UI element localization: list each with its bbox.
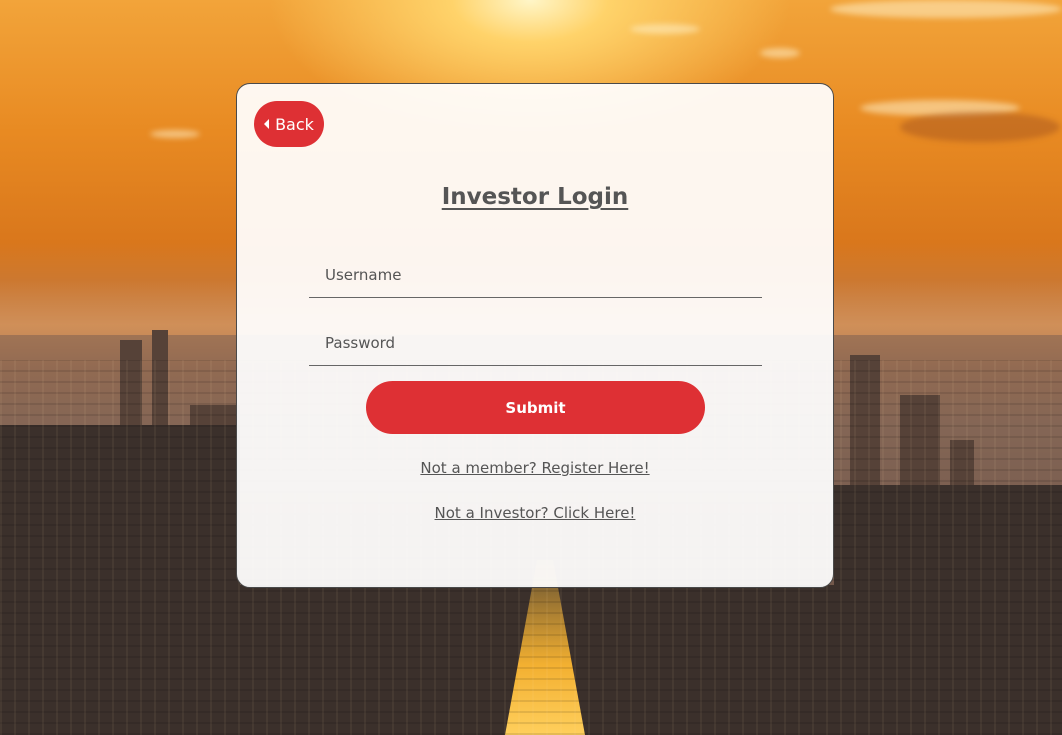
register-link-row: Not a member? Register Here! bbox=[237, 459, 833, 477]
submit-button[interactable]: Submit bbox=[366, 381, 705, 434]
cloud bbox=[150, 130, 200, 138]
not-investor-link[interactable]: Not a Investor? Click Here! bbox=[435, 504, 636, 522]
cloud bbox=[760, 48, 800, 58]
back-button[interactable]: Back bbox=[254, 101, 324, 147]
caret-left-icon bbox=[264, 119, 270, 129]
back-button-label: Back bbox=[275, 114, 314, 134]
cloud bbox=[630, 24, 700, 34]
cloud bbox=[830, 0, 1062, 18]
login-card: Back Investor Login Submit Not a member?… bbox=[236, 83, 834, 588]
cloud bbox=[900, 112, 1060, 142]
password-input[interactable] bbox=[309, 320, 762, 366]
register-link[interactable]: Not a member? Register Here! bbox=[420, 459, 649, 477]
page-title: Investor Login bbox=[441, 184, 629, 210]
username-input[interactable] bbox=[309, 252, 762, 298]
not-investor-link-row: Not a Investor? Click Here! bbox=[237, 504, 833, 522]
